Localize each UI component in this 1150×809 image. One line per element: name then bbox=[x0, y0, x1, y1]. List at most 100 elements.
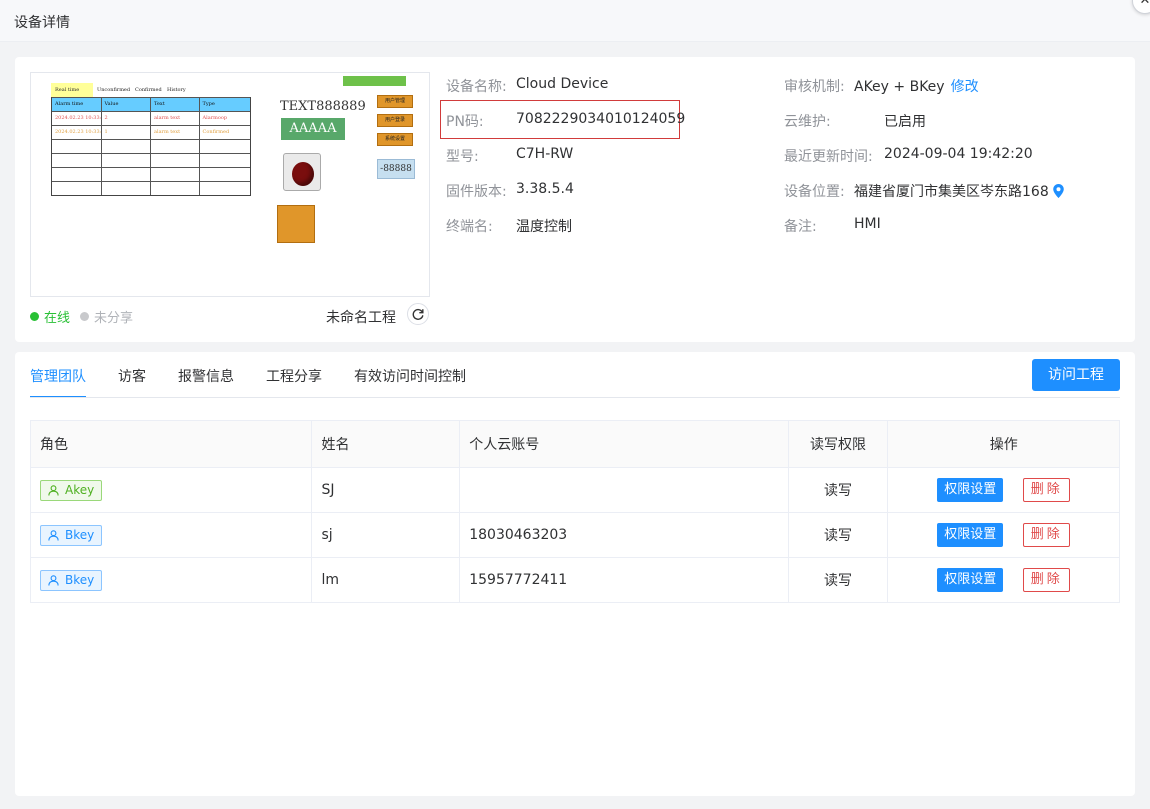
tab-management-team[interactable]: 管理团队 bbox=[30, 366, 86, 398]
hmi-cell: Alarmoop bbox=[202, 115, 228, 121]
location-pin-icon[interactable] bbox=[1052, 184, 1064, 198]
tabs-divider bbox=[30, 397, 1120, 398]
hmi-col-header: Value bbox=[102, 98, 151, 111]
remark-value: HMI bbox=[854, 216, 881, 232]
hmi-green-bar bbox=[343, 76, 406, 86]
user-icon bbox=[48, 574, 59, 586]
audit-label: 审核机制: bbox=[784, 79, 845, 95]
hmi-cell: 1 bbox=[102, 126, 151, 139]
cloud-value: 已启用 bbox=[884, 114, 926, 130]
col-perm-header: 读写权限 bbox=[789, 421, 889, 467]
online-label: 在线 bbox=[44, 311, 71, 326]
device-name-value: Cloud Device bbox=[516, 76, 609, 92]
role-label: Bkey bbox=[65, 573, 95, 587]
table-row: Bkey sj 18030463203 读写 权限设置 删除 bbox=[31, 513, 1119, 558]
hmi-tab-realtime: Real time bbox=[51, 83, 93, 97]
hmi-col-header: Type bbox=[202, 101, 215, 107]
account-cell: 15957772411 bbox=[460, 558, 789, 602]
account-cell: 18030463203 bbox=[460, 513, 789, 557]
name-cell: SJ bbox=[312, 468, 461, 512]
firmware-value: 3.38.5.4 bbox=[516, 181, 574, 197]
hmi-user-login-button: 用户登录 bbox=[377, 114, 413, 127]
hmi-preview[interactable]: Real time Unconfirmed Confirmed History … bbox=[30, 72, 430, 297]
device-name-label: 设备名称: bbox=[446, 79, 507, 95]
role-label: Bkey bbox=[65, 528, 95, 542]
permission-settings-button[interactable]: 权限设置 bbox=[937, 568, 1004, 592]
firmware-label: 固件版本: bbox=[446, 184, 507, 200]
refresh-icon[interactable] bbox=[407, 303, 429, 325]
team-table: 角色 姓名 个人云账号 读写权限 操作 Akey SJ 读写 权限设置 删除 B… bbox=[30, 420, 1120, 603]
col-name-header: 姓名 bbox=[312, 421, 461, 467]
pn-value: 708222903401012405​9 bbox=[516, 111, 686, 127]
name-cell: lm bbox=[312, 558, 461, 602]
dialog-title: 设备详情 bbox=[14, 15, 70, 31]
table-row: Akey SJ 读写 权限设置 删除 bbox=[31, 468, 1119, 513]
hmi-cell: 2 bbox=[102, 112, 151, 125]
tab-alarm-info[interactable]: 报警信息 bbox=[178, 366, 234, 398]
col-role-header: 角色 bbox=[31, 421, 313, 467]
dialog-header: 设备详情 bbox=[0, 0, 1150, 42]
terminal-label: 终端名: bbox=[446, 219, 493, 235]
table-row: Bkey lm 15957772411 读写 权限设置 删除 bbox=[31, 558, 1119, 603]
role-label: Akey bbox=[65, 483, 95, 497]
device-summary-card: Real time Unconfirmed Confirmed History … bbox=[15, 57, 1135, 342]
hmi-cell: 2024.02.23 10:33:55 bbox=[52, 126, 102, 139]
hmi-cell: Confirmed bbox=[202, 129, 230, 135]
audit-value: AKey + BKey bbox=[854, 79, 945, 95]
hmi-cell: alarm text bbox=[151, 112, 200, 125]
perm-cell: 读写 bbox=[789, 468, 889, 512]
table-header-row: 角色 姓名 个人云账号 读写权限 操作 bbox=[31, 421, 1119, 468]
permission-settings-button[interactable]: 权限设置 bbox=[937, 523, 1004, 547]
role-tag: Akey bbox=[40, 479, 103, 501]
model-label: 型号: bbox=[446, 149, 479, 165]
updated-value: 2024-09-04 19:42:20 bbox=[884, 146, 1033, 162]
hmi-orange-square bbox=[277, 205, 315, 243]
online-dot-icon bbox=[30, 312, 39, 321]
col-account-header: 个人云账号 bbox=[460, 421, 789, 467]
terminal-value: 温度控制 bbox=[516, 219, 572, 235]
role-tag: Bkey bbox=[40, 569, 103, 591]
online-status: 在线 bbox=[30, 307, 70, 326]
tab-project-share[interactable]: 工程分享 bbox=[266, 366, 322, 398]
hmi-tab-confirmed: Confirmed bbox=[135, 87, 162, 93]
hmi-alarm-table: Real time Unconfirmed Confirmed History … bbox=[51, 83, 251, 196]
hmi-lamp-icon bbox=[283, 153, 321, 191]
hmi-col-header: Text bbox=[151, 98, 200, 111]
device-status: 在线 未分享 bbox=[30, 307, 133, 326]
delete-button[interactable]: 删除 bbox=[1023, 478, 1071, 502]
col-actions-header: 操作 bbox=[989, 437, 1018, 453]
hmi-user-mgmt-button: 用户管理 bbox=[377, 95, 413, 108]
perm-cell: 读写 bbox=[789, 513, 889, 557]
hmi-green-display: AAAAA bbox=[281, 118, 345, 140]
team-card: 管理团队 访客 报警信息 工程分享 有效访问时间控制 访问工程 角色 姓名 个人… bbox=[15, 352, 1135, 796]
hmi-tab-history: History bbox=[167, 87, 186, 93]
audit-edit-link[interactable]: 修改 bbox=[951, 79, 979, 95]
account-cell bbox=[460, 468, 789, 512]
pn-label: PN码: bbox=[446, 114, 484, 130]
hmi-cell: 2024.02.23 10:33:54 bbox=[52, 112, 102, 125]
updated-label: 最近更新时间: bbox=[784, 149, 873, 165]
hmi-sys-settings-button: 系统设置 bbox=[377, 133, 413, 146]
location-label: 设备位置: bbox=[784, 184, 845, 200]
tab-access-time-control[interactable]: 有效访问时间控制 bbox=[354, 366, 466, 398]
hmi-col-header: Alarm time bbox=[52, 98, 102, 111]
share-dot-icon bbox=[80, 312, 90, 321]
role-tag: Bkey bbox=[40, 524, 103, 546]
permission-settings-button[interactable]: 权限设置 bbox=[937, 478, 1004, 502]
tab-bar: 管理团队 访客 报警信息 工程分享 有效访问时间控制 bbox=[30, 366, 498, 398]
delete-button[interactable]: 删除 bbox=[1023, 568, 1071, 592]
hmi-tab-unconfirmed: Unconfirmed bbox=[97, 87, 131, 93]
hmi-number-display: -88888 bbox=[377, 159, 415, 179]
model-value: C7H-RW bbox=[516, 146, 574, 162]
name-cell: sj bbox=[312, 513, 461, 557]
visit-project-button[interactable]: 访问工程 bbox=[1032, 359, 1120, 391]
hmi-cell: alarm text bbox=[151, 126, 200, 139]
user-icon bbox=[48, 484, 59, 496]
remark-label: 备注: bbox=[784, 219, 817, 235]
hmi-text-label: TEXT888889 bbox=[280, 99, 366, 114]
delete-button[interactable]: 删除 bbox=[1023, 523, 1071, 547]
cloud-label: 云维护: bbox=[784, 114, 831, 130]
share-status: 未分享 bbox=[80, 307, 133, 326]
tab-visitors[interactable]: 访客 bbox=[118, 366, 146, 398]
location-value: 福建省厦门市集美区岑东路168 bbox=[854, 184, 1049, 200]
